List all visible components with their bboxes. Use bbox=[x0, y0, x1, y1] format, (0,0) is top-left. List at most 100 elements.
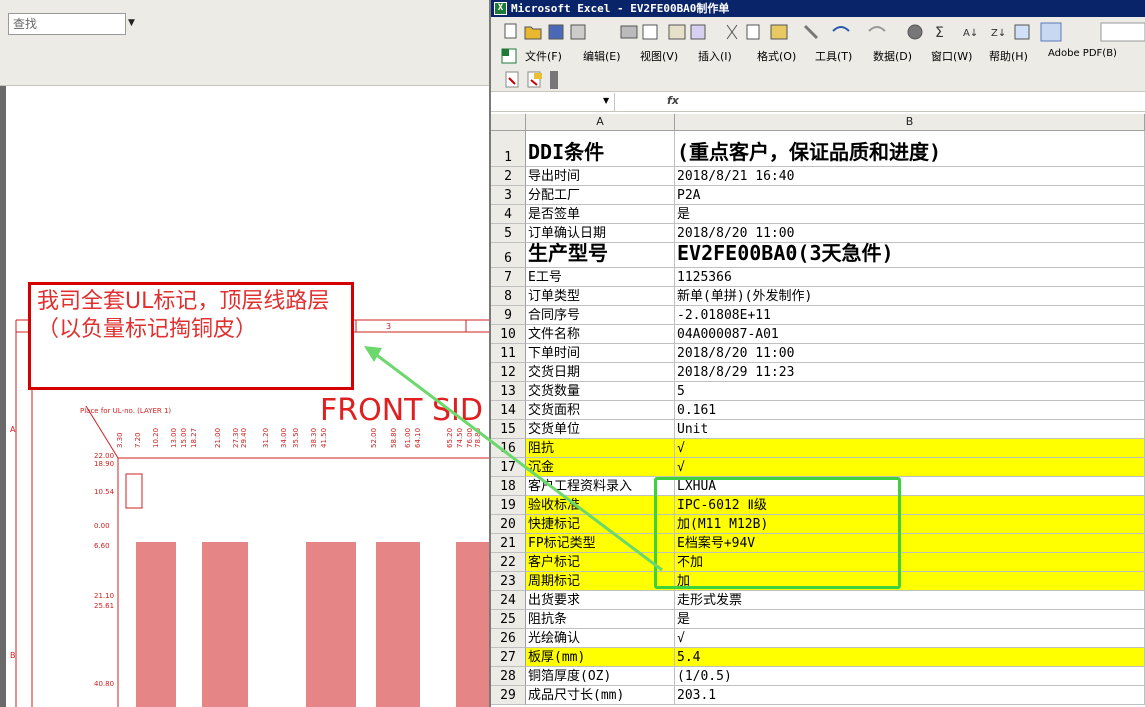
menu-insert[interactable]: 插入(I) bbox=[698, 48, 732, 64]
cell-field-value[interactable]: (1/0.5) bbox=[675, 667, 1145, 686]
cell-field-value[interactable]: 5 bbox=[675, 382, 1145, 401]
drawing-canvas[interactable]: 3 FRONT SID Place for UL-no. (LAYER 1) A… bbox=[0, 86, 489, 707]
drawing-note: Place for UL-no. (LAYER 1) bbox=[80, 407, 171, 415]
row-header[interactable]: 9 bbox=[491, 306, 526, 325]
menu-format[interactable]: 格式(O) bbox=[757, 48, 796, 64]
menu-view[interactable]: 视图(V) bbox=[640, 48, 678, 64]
menu-data[interactable]: 数据(D) bbox=[873, 48, 912, 64]
row-header[interactable]: 8 bbox=[491, 287, 526, 306]
column-header-a[interactable]: A bbox=[526, 114, 675, 131]
select-all-corner[interactable] bbox=[491, 114, 526, 131]
cell-field-value[interactable]: 0.161 bbox=[675, 401, 1145, 420]
left-axis-label: 6.60 bbox=[94, 542, 110, 550]
row-header[interactable]: 17 bbox=[491, 458, 526, 477]
pdf-toolbar bbox=[491, 68, 1145, 92]
top-axis-label: 35.50 bbox=[292, 428, 300, 448]
search-dropdown-arrow-icon[interactable]: ▼ bbox=[128, 18, 135, 28]
left-axis-label: 10.54 bbox=[94, 488, 115, 496]
cell-field-value[interactable]: P2A bbox=[675, 186, 1145, 205]
cell-field-value[interactable]: 203.1 bbox=[675, 686, 1145, 705]
row-header[interactable]: 19 bbox=[491, 496, 526, 515]
top-axis-label: 64.10 bbox=[414, 428, 422, 448]
column-header-b[interactable]: B bbox=[675, 114, 1145, 131]
cell-field-value[interactable]: 是 bbox=[675, 205, 1145, 224]
menu-adobe-pdf[interactable]: Adobe PDF(B) bbox=[1048, 48, 1117, 59]
menu-tools[interactable]: 工具(T) bbox=[815, 48, 852, 64]
svg-text:Z↓: Z↓ bbox=[991, 28, 1006, 39]
row-header[interactable]: 7 bbox=[491, 268, 526, 287]
top-axis-label: 18.27 bbox=[190, 428, 198, 448]
row-header[interactable]: 22 bbox=[491, 553, 526, 572]
left-axis-label: 18.90 bbox=[94, 460, 114, 468]
row-header[interactable]: 12 bbox=[491, 363, 526, 382]
row-header[interactable]: 3 bbox=[491, 186, 526, 205]
cell-field-value[interactable]: 2018/8/29 11:23 bbox=[675, 363, 1145, 382]
row-header[interactable]: 29 bbox=[491, 686, 526, 705]
row-header[interactable]: 18 bbox=[491, 477, 526, 496]
top-axis-label: 13.00 bbox=[170, 428, 178, 448]
cell-field-name[interactable]: 成品尺寸长(mm) bbox=[526, 686, 675, 705]
cell-field-value[interactable]: 2018/8/20 11:00 bbox=[675, 344, 1145, 363]
cell-field-value[interactable]: 新单(单拼)(外发制作) bbox=[675, 287, 1145, 306]
toolbar-options-icon[interactable] bbox=[549, 70, 559, 90]
cell-field-name[interactable]: 生产型号 bbox=[526, 241, 675, 268]
row-header[interactable]: 23 bbox=[491, 572, 526, 591]
top-axis-label: 15.00 bbox=[180, 428, 188, 448]
name-box[interactable] bbox=[493, 93, 615, 111]
row-header[interactable]: 14 bbox=[491, 401, 526, 420]
left-axis-label: 21.10 bbox=[94, 592, 114, 600]
row-header[interactable]: 11 bbox=[491, 344, 526, 363]
cell-field-value[interactable]: (重点客户，保证品质和进度) bbox=[675, 131, 1145, 167]
row-header[interactable]: 6 bbox=[491, 243, 526, 268]
left-axis-label: 22.00 bbox=[94, 452, 114, 460]
function-icon[interactable]: fx bbox=[667, 94, 679, 107]
cell-field-value[interactable]: 5.4 bbox=[675, 648, 1145, 667]
cell-field-value[interactable]: Unit bbox=[675, 420, 1145, 439]
excel-title-bar[interactable]: X Microsoft Excel - EV2FE00BA0制作单 bbox=[491, 0, 1145, 17]
row-header[interactable]: 21 bbox=[491, 534, 526, 553]
row-header[interactable]: 16 bbox=[491, 439, 526, 458]
cell-field-value[interactable]: -2.01808E+11 bbox=[675, 306, 1145, 325]
top-axis-label: 29.40 bbox=[240, 428, 248, 448]
row-header[interactable]: 4 bbox=[491, 205, 526, 224]
screen: 查找 ▼ 3 FRONT SID Place for UL-no. (LAYER… bbox=[0, 0, 1145, 707]
cell-field-value[interactable]: EV2FE00BA0(3天急件) bbox=[675, 241, 1145, 268]
cell-field-value[interactable]: √ bbox=[675, 458, 1145, 477]
row-header[interactable]: 26 bbox=[491, 629, 526, 648]
pdf-email-icon[interactable] bbox=[525, 70, 545, 90]
name-box-dropdown-icon[interactable]: ▼ bbox=[603, 96, 609, 105]
row-header[interactable]: 24 bbox=[491, 591, 526, 610]
left-axis-label: 40.80 bbox=[94, 680, 114, 688]
row-header[interactable]: 20 bbox=[491, 515, 526, 534]
top-axis-label: 76.00 bbox=[466, 428, 474, 448]
viewer-main-toolbar bbox=[0, 40, 489, 118]
top-axis-label: 21.00 bbox=[214, 428, 222, 448]
left-axis-label: 25.61 bbox=[94, 602, 114, 610]
search-input[interactable]: 查找 bbox=[8, 13, 126, 35]
row-header[interactable]: 27 bbox=[491, 648, 526, 667]
row-header[interactable]: 2 bbox=[491, 167, 526, 186]
cell-field-value[interactable]: √ bbox=[675, 439, 1145, 458]
cell-field-value[interactable]: 04A000087-A01 bbox=[675, 325, 1145, 344]
workbook-icon[interactable] bbox=[499, 46, 519, 66]
cell-field-value[interactable]: √ bbox=[675, 629, 1145, 648]
cell-field-value[interactable]: 走形式发票 bbox=[675, 591, 1145, 610]
convert-to-pdf-icon[interactable] bbox=[503, 70, 523, 90]
top-axis-label: 31.20 bbox=[262, 428, 270, 448]
cell-field-name[interactable]: DDI条件 bbox=[526, 131, 675, 167]
row-header[interactable]: 15 bbox=[491, 420, 526, 439]
row-header[interactable]: 1 bbox=[491, 131, 526, 167]
menu-edit[interactable]: 编辑(E) bbox=[583, 48, 621, 64]
standard-toolbar-icons[interactable]: Σ A↓ Z↓ bbox=[491, 17, 1145, 44]
cell-field-value[interactable]: 是 bbox=[675, 610, 1145, 629]
menu-window[interactable]: 窗口(W) bbox=[931, 48, 972, 64]
cell-field-value[interactable]: 2018/8/21 16:40 bbox=[675, 167, 1145, 186]
row-header[interactable]: 28 bbox=[491, 667, 526, 686]
row-header[interactable]: 5 bbox=[491, 224, 526, 243]
menu-file[interactable]: 文件(F) bbox=[525, 48, 562, 64]
menu-help[interactable]: 帮助(H) bbox=[989, 48, 1028, 64]
row-header[interactable]: 13 bbox=[491, 382, 526, 401]
row-header[interactable]: 10 bbox=[491, 325, 526, 344]
row-header[interactable]: 25 bbox=[491, 610, 526, 629]
drawing-strip-number: 3 bbox=[386, 322, 391, 331]
